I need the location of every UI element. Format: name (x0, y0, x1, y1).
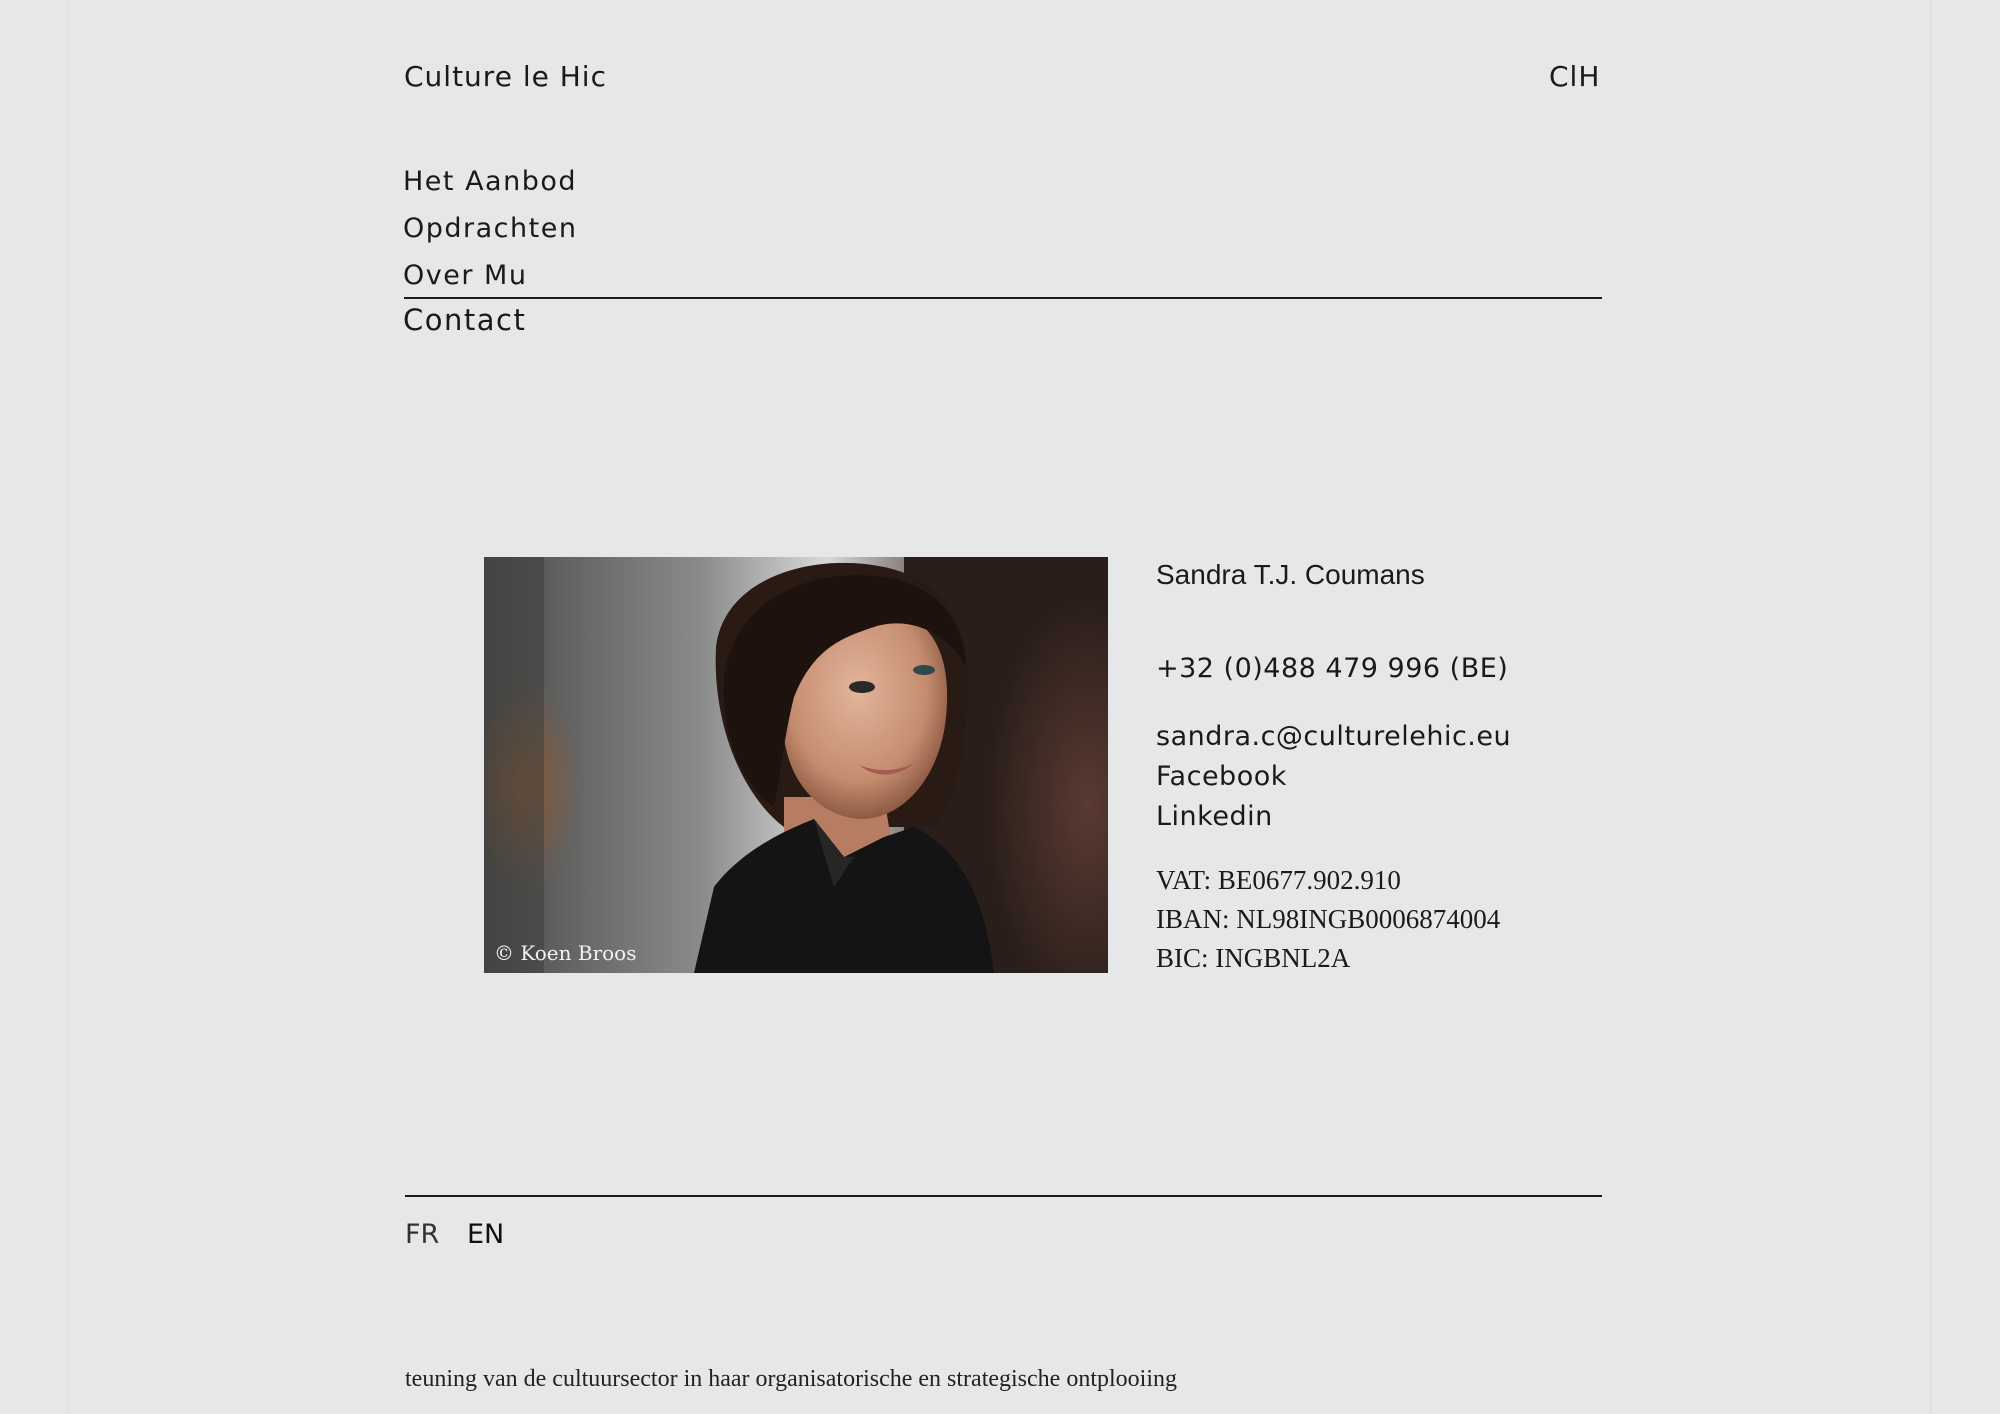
legal-info: VAT: BE0677.902.910 IBAN: NL98INGB000687… (1156, 861, 1500, 978)
contact-links: sandra.c@culturelehic.eu Facebook Linked… (1156, 717, 1511, 837)
nav-link-opdrachten[interactable]: Opdrachten (403, 205, 577, 252)
nav-link-over-mu[interactable]: Over Mu (403, 252, 577, 299)
footer-divider (405, 1195, 1602, 1197)
facebook-link[interactable]: Facebook (1156, 757, 1511, 797)
nav-list: Het Aanbod Opdrachten Over Mu (403, 158, 577, 299)
language-en-link[interactable]: EN (467, 1216, 504, 1254)
portrait-image (484, 557, 1108, 973)
nav-item-opdrachten: Opdrachten (403, 205, 577, 252)
page-edge-right (1930, 0, 1931, 1414)
nav-divider (404, 297, 1602, 299)
nav-item-over-mu: Over Mu (403, 252, 577, 299)
site-monogram-link[interactable]: ClH (1549, 57, 1600, 97)
linkedin-link[interactable]: Linkedin (1156, 797, 1511, 837)
contact-name: Sandra T.J. Coumans (1156, 559, 1425, 590)
nav-item-het-aanbod: Het Aanbod (403, 158, 577, 205)
nav-link-contact-active[interactable]: Contact (403, 299, 526, 341)
vat-number: VAT: BE0677.902.910 (1156, 865, 1401, 895)
bic-code: BIC: INGBNL2A (1156, 943, 1351, 973)
nav-link-het-aanbod[interactable]: Het Aanbod (403, 158, 577, 205)
footer-tagline-ticker: teuning van de cultuursector in haar org… (405, 1366, 1177, 1392)
photo-credit: © Koen Broos (494, 941, 637, 965)
site-brand-link[interactable]: Culture le Hic (404, 57, 607, 97)
portrait-photo: © Koen Broos (484, 557, 1108, 973)
page-edge-left (68, 0, 69, 1414)
language-fr-link[interactable]: FR (405, 1216, 439, 1254)
email-link[interactable]: sandra.c@culturelehic.eu (1156, 717, 1511, 757)
contact-phone: +32 (0)488 479 996 (BE) (1156, 653, 1509, 684)
iban-number: IBAN: NL98INGB0006874004 (1156, 904, 1501, 934)
